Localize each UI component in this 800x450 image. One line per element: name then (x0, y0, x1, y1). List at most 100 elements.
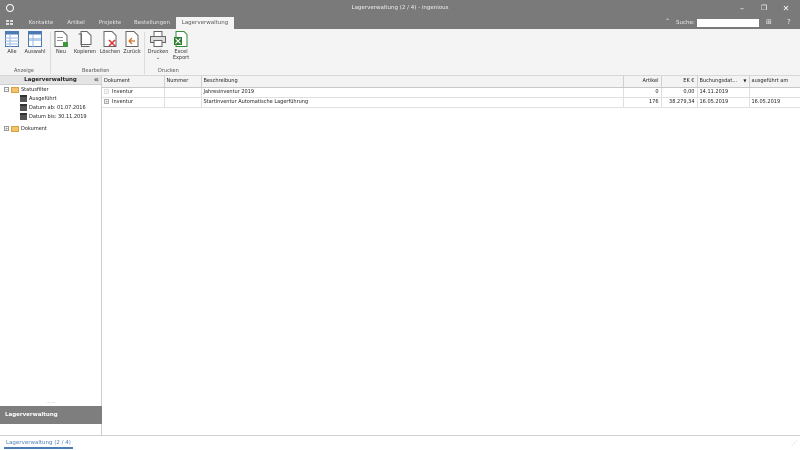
cell-ausgefuehrt-am[interactable] (749, 87, 800, 98)
kopieren-label: Kopieren (74, 49, 96, 55)
alle-button[interactable]: Alle (3, 31, 21, 55)
tab-bestellungen[interactable]: Bestellungen (131, 17, 173, 29)
delete-icon (103, 31, 117, 47)
row-expander-icon[interactable]: + (104, 99, 109, 104)
module-tab-bar: Kontakte Artikel Projekte Bestellungen L… (0, 17, 800, 29)
neu-button[interactable]: Neu (53, 31, 69, 55)
cell-dokument[interactable]: + Inventur (102, 87, 165, 98)
cell-ek[interactable]: 0,00 (661, 87, 698, 98)
column-header-ek[interactable]: EK € (661, 76, 698, 88)
maximize-icon[interactable]: ❐ (758, 3, 770, 14)
tab-projekte[interactable]: Projekte (93, 17, 127, 29)
cell-ek[interactable]: 38.279,34 (661, 97, 698, 108)
cell-buchungsdatum[interactable]: 16.05.2019 (697, 97, 750, 108)
sidebar-title: Lagerverwaltung (24, 77, 77, 83)
help-icon[interactable]: ? (787, 18, 791, 26)
tab-kontakte[interactable]: Kontakte (23, 17, 59, 29)
loeschen-button[interactable]: Löschen (99, 31, 121, 55)
gift-icon[interactable]: ⊞ (766, 18, 772, 26)
tree-label: Ausgeführt (29, 96, 57, 102)
cell-nummer[interactable] (164, 97, 202, 108)
search-label: Suche: (676, 20, 695, 26)
cell-dokument[interactable]: + Inventur (102, 97, 165, 108)
cell-buchungsdatum[interactable]: 14.11.2019 (697, 87, 750, 98)
column-header-dokument[interactable]: Dokument (102, 76, 165, 88)
table-row[interactable]: + Inventur Jahresinventur 2019 0 0,00 14.… (102, 87, 800, 98)
collapse-sidebar-icon[interactable]: « (94, 76, 99, 84)
folder-icon (11, 125, 19, 132)
row-expander-icon[interactable]: + (104, 89, 109, 94)
tree-label: Statusfilter (21, 87, 49, 93)
title-bar: Lagerverwaltung (2 / 4) - ingenious – ❐ … (0, 0, 800, 17)
open-view-tab[interactable]: Lagerverwaltung (2 / 4) (4, 437, 73, 449)
ribbon-toolbar: Alle Auswahl Neu Kopieren Löschen Zurück… (0, 29, 800, 76)
new-document-icon (54, 31, 68, 47)
calendar-icon (20, 104, 27, 111)
tab-lagerverwaltung[interactable]: Lagerverwaltung (176, 17, 234, 29)
excel-export-button[interactable]: Excel Export (170, 31, 192, 61)
resize-grip-icon[interactable]: ⋰ (791, 440, 797, 447)
copy-icon (78, 31, 92, 47)
zurueck-label: Zurück (123, 49, 141, 55)
column-header-buchungsdatum[interactable]: Buchungsdat... ▼ (697, 76, 750, 88)
drucken-button[interactable]: Drucken ⌄ (147, 31, 169, 61)
table-selection-icon (28, 31, 42, 47)
excel-export-icon (174, 31, 188, 47)
tree-item-ausgefuehrt[interactable]: Ausgeführt (20, 95, 57, 104)
group-label-drucken: Drucken (158, 68, 179, 74)
cell-nummer[interactable] (164, 87, 202, 98)
collapse-node-icon[interactable]: − (4, 87, 9, 92)
zurueck-button[interactable]: Zurück (122, 31, 142, 55)
status-bar: Lagerverwaltung (2 / 4) ⋰ (0, 435, 800, 450)
ribbon-separator (144, 32, 145, 74)
neu-label: Neu (56, 49, 66, 55)
cell-artikel[interactable]: 0 (623, 87, 662, 98)
apps-grid-icon[interactable] (6, 20, 13, 26)
minimize-icon[interactable]: – (736, 3, 748, 14)
column-header-artikel[interactable]: Artikel (623, 76, 662, 88)
cell-beschreibung[interactable]: Startinventur Automatische Lagerführung (201, 97, 624, 108)
expand-node-icon[interactable]: + (4, 126, 9, 131)
folder-icon (11, 86, 19, 93)
search-input[interactable] (697, 19, 759, 27)
column-header-nummer[interactable]: Nummer (164, 76, 202, 88)
kopieren-button[interactable]: Kopieren (72, 31, 98, 55)
column-header-beschreibung[interactable]: Beschreibung (201, 76, 624, 88)
tree-item-datum-bis[interactable]: Datum bis: 30.11.2019 (20, 113, 87, 122)
excel-export-label: Excel Export (172, 49, 190, 61)
tab-artikel[interactable]: Artikel (62, 17, 90, 29)
cell-text: Inventur (112, 99, 134, 105)
table-row[interactable]: + Inventur Startinventur Automatische Lag… (102, 97, 800, 108)
sidebar-splitter[interactable]: ······· (0, 401, 102, 405)
chevron-up-icon[interactable]: ⌃ (665, 18, 670, 25)
cell-artikel[interactable]: 176 (623, 97, 662, 108)
cell-ausgefuehrt-am[interactable]: 16.05.2019 (749, 97, 800, 108)
table-header-row: Dokument Nummer Beschreibung Artikel EK … (102, 76, 800, 88)
window-title: Lagerverwaltung (2 / 4) - ingenious (351, 5, 449, 11)
group-label-bearbeiten: Bearbeiten (82, 68, 110, 74)
main-grid-area: Dokument Nummer Beschreibung Artikel EK … (102, 76, 800, 435)
calendar-icon (20, 113, 27, 120)
cell-beschreibung[interactable]: Jahresinventur 2019 (201, 87, 624, 98)
tree-item-datum-ab[interactable]: Datum ab: 01.07.2016 (20, 104, 86, 113)
sort-desc-icon[interactable]: ▼ (743, 78, 746, 83)
close-icon[interactable]: ✕ (780, 3, 792, 14)
calendar-icon (20, 95, 27, 102)
loeschen-label: Löschen (99, 49, 121, 55)
table-all-icon (5, 31, 19, 47)
inventory-table: Dokument Nummer Beschreibung Artikel EK … (102, 76, 800, 108)
auswahl-label: Auswahl (24, 49, 46, 55)
printer-icon (150, 31, 166, 47)
cell-text: Inventur (112, 89, 134, 95)
tree-label: Datum bis: 30.11.2019 (29, 114, 87, 120)
column-header-ausgefuehrt-am[interactable]: ausgeführt am (749, 76, 800, 88)
ribbon-separator (50, 32, 51, 74)
alle-label: Alle (7, 49, 17, 55)
sidebar-footer-section[interactable]: Lagerverwaltung (0, 406, 102, 424)
tree-item-dokument[interactable]: + Dokument (4, 125, 47, 134)
tree-label: Dokument (21, 126, 47, 132)
column-header-label: Buchungsdat... (699, 78, 738, 85)
tree-item-statusfilter[interactable]: − Statusfilter (4, 86, 49, 95)
auswahl-button[interactable]: Auswahl (23, 31, 47, 55)
chevron-down-icon[interactable]: ⌄ (156, 55, 160, 61)
